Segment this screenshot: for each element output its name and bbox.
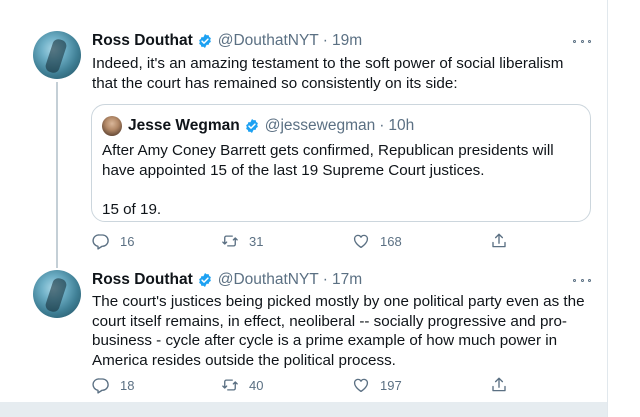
quoted-timestamp: 10h (388, 117, 415, 134)
dot (580, 39, 584, 43)
reply-count: 16 (120, 233, 135, 249)
heart-icon (353, 234, 369, 249)
like-count: 197 (380, 377, 402, 393)
separator-dot: · (379, 117, 385, 134)
thread-connector-line (56, 82, 58, 268)
verified-badge-icon (198, 273, 211, 287)
reply-icon (92, 378, 109, 394)
heart-icon (353, 378, 369, 393)
dot (580, 278, 584, 282)
tweet-actions: 16 31 168 (92, 231, 512, 251)
retweet-count: 40 (249, 377, 264, 393)
retweet-icon (222, 379, 238, 391)
quoted-tweet[interactable]: Jesse Wegman @jessewegman · 10h After Am… (91, 104, 591, 222)
retweet-icon (222, 235, 238, 247)
reply-button[interactable]: 16 (92, 231, 134, 251)
share-button[interactable] (490, 375, 518, 395)
avatar[interactable] (102, 116, 122, 136)
quoted-author-handle: @jessewegman (264, 117, 376, 134)
like-button[interactable]: 168 (352, 231, 402, 251)
more-options-icon[interactable] (573, 277, 591, 283)
tweet-text: Indeed, it's an amazing testament to the… (92, 55, 564, 92)
share-icon (492, 233, 506, 248)
share-icon (492, 377, 506, 392)
retweet-button[interactable]: 31 (221, 231, 263, 251)
separator-dot: · (322, 32, 328, 49)
timestamp[interactable]: 19m (332, 32, 362, 50)
retweet-button[interactable]: 40 (221, 375, 263, 395)
author-handle[interactable]: @DouthatNYT (218, 271, 319, 289)
dot (573, 39, 576, 43)
verified-badge-icon (245, 119, 258, 133)
avatar[interactable] (33, 270, 81, 318)
reply-button[interactable]: 18 (92, 375, 134, 395)
retweet-count: 31 (249, 233, 264, 249)
timestamp[interactable]: 17m (332, 271, 362, 289)
share-button[interactable] (490, 231, 518, 251)
tweet-header: Ross Douthat @DouthatNYT · 17m (92, 270, 362, 290)
quoted-tweet-header: Jesse Wegman @jessewegman · 10h (102, 115, 414, 137)
reply-icon (92, 234, 109, 250)
avatar[interactable] (33, 31, 81, 79)
tweet-text: The court's justices being picked mostly… (92, 293, 585, 369)
more-options-icon[interactable] (573, 38, 591, 44)
feed-bottom-strip (0, 402, 607, 417)
dot (573, 278, 576, 282)
reply-count: 18 (120, 377, 135, 393)
tweet-actions: 18 40 197 (92, 375, 512, 395)
author-name[interactable]: Ross Douthat (92, 271, 193, 289)
quoted-author-name: Jesse Wegman (128, 117, 240, 134)
dot (588, 39, 591, 43)
tweet[interactable]: Ross Douthat @DouthatNYT · 19m Indeed, i… (0, 0, 607, 268)
like-count: 168 (380, 233, 402, 249)
like-button[interactable]: 197 (352, 375, 402, 395)
author-handle[interactable]: @DouthatNYT (218, 32, 319, 50)
author-name[interactable]: Ross Douthat (92, 32, 193, 50)
verified-badge-icon (198, 34, 211, 48)
tweet[interactable]: Ross Douthat @DouthatNYT · 17m The court… (0, 265, 607, 402)
quoted-tweet-text: After Amy Coney Barrett gets confirmed, … (102, 142, 554, 218)
dot (588, 278, 591, 282)
separator-dot: · (322, 271, 328, 288)
tweet-header: Ross Douthat @DouthatNYT · 19m (92, 31, 362, 51)
tweet-feed: Ross Douthat @DouthatNYT · 19m Indeed, i… (0, 0, 608, 417)
